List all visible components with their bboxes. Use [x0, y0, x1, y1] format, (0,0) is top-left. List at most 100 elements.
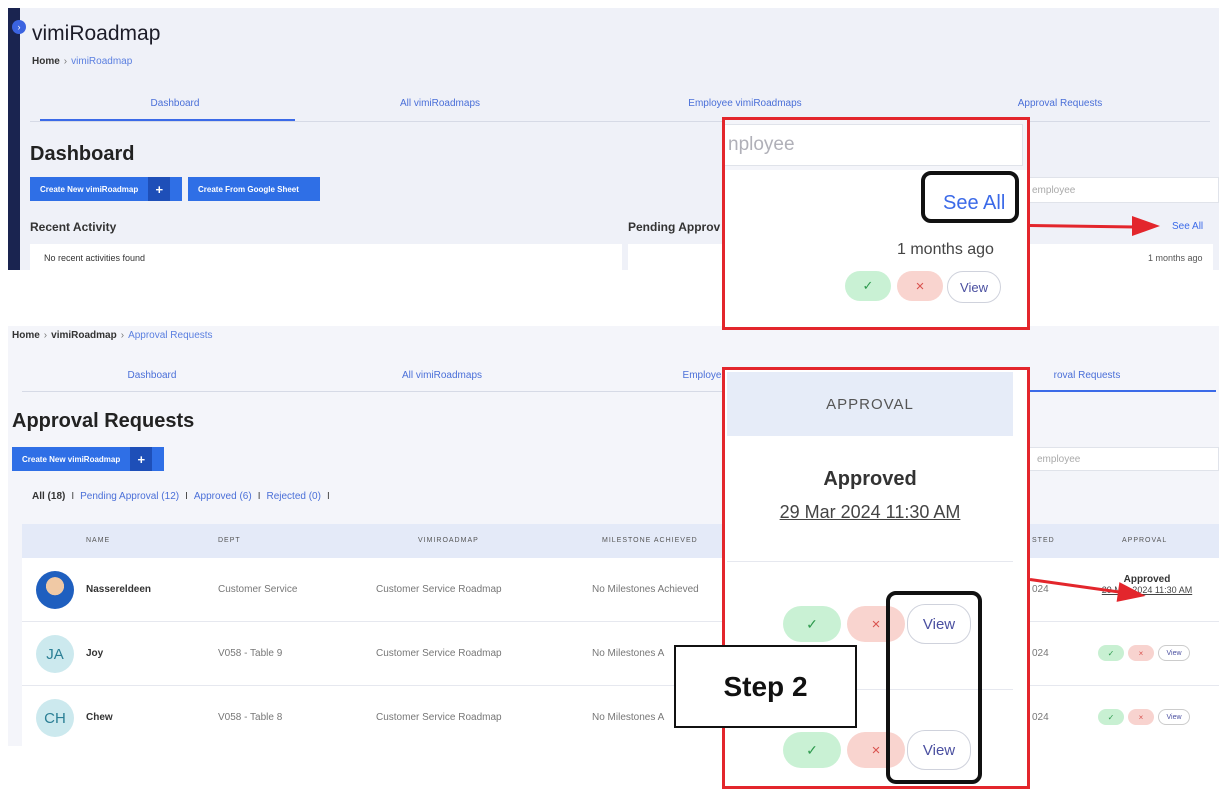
view-buttons-highlight: [886, 591, 982, 784]
zoom-search-input[interactable]: nployee: [725, 124, 1023, 166]
row-date: 024: [1032, 584, 1049, 595]
expand-icon[interactable]: ›: [12, 20, 26, 34]
app-title: vimiRoadmap: [32, 22, 161, 45]
col-submitted: STED: [1032, 537, 1055, 544]
create-new-label: Create New vimiRoadmap: [22, 454, 121, 464]
arrow-head-top: [1132, 216, 1160, 236]
row-name: Joy: [86, 648, 104, 659]
zoom-reject-button[interactable]: ×: [897, 271, 943, 301]
table-header: NAME DEPT VIMIROADMAP MILESTONE ACHIEVED…: [22, 524, 1219, 558]
zoom-callout-see-all: nployee See All 1 months ago ✓ × View: [722, 117, 1030, 330]
filter-approved[interactable]: Approved (6): [194, 491, 252, 502]
tab-approval-requests[interactable]: roval Requests: [1027, 370, 1147, 381]
filter-rejected[interactable]: Rejected (0): [266, 491, 320, 502]
row-dept: V058 - Table 9: [218, 648, 283, 659]
step-label: Step 2: [674, 645, 857, 728]
create-from-sheet-label: Create From Google Sheet: [198, 184, 299, 194]
pending-approvals-title: Pending Approv: [628, 220, 721, 234]
pending-time-ago: 1 months ago: [1148, 253, 1203, 263]
create-new-roadmap-button[interactable]: Create New vimiRoadmap +: [30, 177, 182, 201]
col-milestone: MILESTONE ACHIEVED: [602, 537, 698, 544]
tab-bar: Dashboard All vimiRoadmaps Employee vimi…: [30, 92, 1210, 122]
approve-button[interactable]: ✓: [1098, 645, 1124, 661]
row-name: Nassereldeen: [86, 584, 152, 595]
row-milestone: No Milestones A: [592, 712, 665, 723]
breadcrumb-current[interactable]: vimiRoadmap: [71, 56, 132, 67]
row-date: 024: [1032, 712, 1049, 723]
tab-all-roadmaps[interactable]: All vimiRoadmaps: [340, 98, 540, 109]
create-new-label: Create New vimiRoadmap: [40, 184, 139, 194]
col-dept: DEPT: [218, 537, 241, 544]
zoom-approved-date: 29 Mar 2024 11:30 AM: [779, 502, 961, 522]
zoom-approved-cell: Approved 29 Mar 2024 11:30 AM: [727, 436, 1013, 562]
breadcrumb: Home › vimiRoadmap › Approval Requests: [12, 330, 213, 341]
row-date: 024: [1032, 648, 1049, 659]
zoom-approve-button[interactable]: ✓: [783, 606, 841, 642]
approve-button[interactable]: ✓: [1098, 709, 1124, 725]
view-button[interactable]: View: [1158, 709, 1190, 725]
create-new-roadmap-button[interactable]: Create New vimiRoadmap +: [12, 447, 164, 471]
filter-pending[interactable]: Pending Approval (12): [80, 491, 179, 502]
row-name: Chew: [86, 712, 113, 723]
page-title: Approval Requests: [12, 410, 195, 432]
create-from-sheet-button[interactable]: Create From Google Sheet: [188, 177, 320, 201]
row-roadmap: Customer Service Roadmap: [376, 648, 502, 659]
side-rail: [8, 8, 20, 270]
row-dept: Customer Service: [218, 584, 298, 595]
breadcrumb-home[interactable]: Home: [32, 56, 60, 67]
approval-status-label: Approved: [1123, 574, 1171, 585]
row-milestone: No Milestones A: [592, 648, 665, 659]
recent-activity-title: Recent Activity: [30, 220, 117, 234]
dashboard-screenshot: › vimiRoadmap Home › vimiRoadmap Dashboard…: [8, 8, 1219, 270]
active-tab-indicator: [1022, 390, 1216, 392]
zoom-approve-button[interactable]: ✓: [783, 732, 841, 768]
plus-icon: +: [130, 447, 153, 471]
table-row[interactable]: JA Joy V058 - Table 9 Customer Service R…: [22, 622, 1219, 686]
row-actions: ✓ × View: [1098, 645, 1190, 661]
see-all-link[interactable]: See All: [1172, 221, 1203, 232]
recent-activity-card: No recent activities found: [30, 244, 622, 270]
col-name: NAME: [86, 537, 111, 544]
employee-search-input[interactable]: employee: [1023, 177, 1219, 203]
zoom-approval-header: APPROVAL: [727, 372, 1013, 436]
zoom-time-ago: 1 months ago: [897, 241, 994, 258]
row-milestone: No Milestones Achieved: [592, 584, 699, 595]
zoom-approve-button[interactable]: ✓: [845, 271, 891, 301]
empty-activity-text: No recent activities found: [44, 253, 146, 263]
breadcrumb-home[interactable]: Home: [12, 330, 40, 341]
breadcrumb: Home › vimiRoadmap: [32, 56, 133, 67]
zoom-approved-status: Approved: [823, 468, 917, 490]
avatar: [36, 571, 74, 609]
plus-icon: +: [148, 177, 171, 201]
employee-search-input[interactable]: employee: [1028, 447, 1219, 471]
page-title: Dashboard: [30, 143, 135, 165]
active-tab-indicator: [40, 119, 295, 121]
avatar: JA: [36, 635, 74, 673]
reject-button[interactable]: ×: [1128, 709, 1154, 725]
table-row[interactable]: Nassereldeen Customer Service Customer S…: [22, 558, 1219, 622]
breadcrumb-roadmap[interactable]: vimiRoadmap: [51, 330, 117, 341]
zoom-view-button[interactable]: View: [947, 271, 1001, 303]
tab-bar: Dashboard All vimiRoadmaps Employe roval…: [22, 364, 1216, 392]
row-roadmap: Customer Service Roadmap: [376, 584, 502, 595]
filter-all[interactable]: All (18): [32, 491, 65, 502]
arrow-head-bottom: [1116, 582, 1148, 606]
status-filters: All (18) I Pending Approval (12) I Approved …: [32, 491, 330, 502]
tab-dashboard[interactable]: Dashboard: [70, 98, 280, 109]
reject-button[interactable]: ×: [1128, 645, 1154, 661]
row-dept: V058 - Table 8: [218, 712, 283, 723]
see-all-highlight: [921, 171, 1019, 223]
tab-employee-roadmaps[interactable]: Employee vimiRoadmaps: [630, 98, 860, 109]
col-roadmap: VIMIROADMAP: [418, 537, 479, 544]
row-roadmap: Customer Service Roadmap: [376, 712, 502, 723]
tab-all-roadmaps[interactable]: All vimiRoadmaps: [342, 370, 542, 381]
tab-dashboard[interactable]: Dashboard: [52, 370, 252, 381]
table-row[interactable]: CH Chew V058 - Table 8 Customer Service …: [22, 686, 1219, 746]
avatar: CH: [36, 699, 74, 737]
tab-approval-requests[interactable]: Approval Requests: [960, 98, 1160, 109]
col-approval: APPROVAL: [1122, 537, 1168, 544]
approval-requests-screenshot: Home › vimiRoadmap › Approval Requests Dashb…: [8, 326, 1219, 746]
view-button[interactable]: View: [1158, 645, 1190, 661]
row-actions: ✓ × View: [1098, 709, 1190, 725]
breadcrumb-current[interactable]: Approval Requests: [128, 330, 213, 341]
